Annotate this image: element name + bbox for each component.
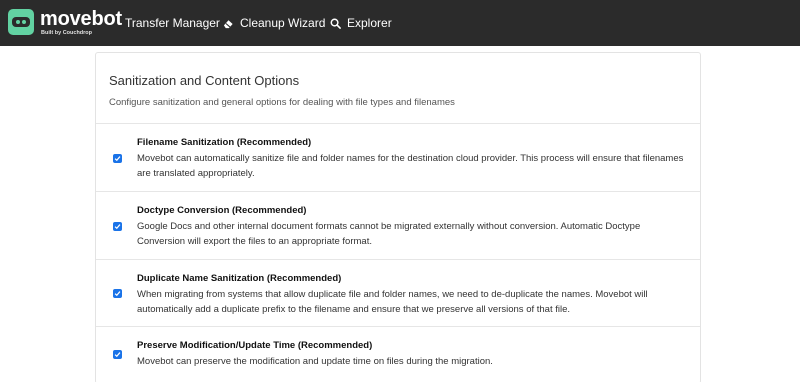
checkmark-icon (114, 156, 121, 162)
nav-label: Transfer Manager (125, 16, 220, 30)
sanitization-options-card: Sanitization and Content Options Configu… (95, 52, 701, 382)
doctype-conversion-checkbox[interactable] (113, 222, 122, 231)
option-description: When migrating from systems that allow d… (137, 289, 648, 315)
preserve-modification-time-checkbox[interactable] (113, 350, 122, 359)
nav-cleanup-wizard[interactable]: Cleanup Wizard (223, 14, 325, 32)
option-duplicate-name-sanitization: Duplicate Name Sanitization (Recommended… (96, 260, 700, 327)
section-subtitle: Configure sanitization and general optio… (109, 97, 455, 108)
option-description: Movebot can automatically sanitize file … (137, 153, 684, 179)
section-title: Sanitization and Content Options (109, 73, 300, 88)
movebot-logo-icon[interactable] (8, 9, 34, 35)
option-doctype-conversion: Doctype Conversion (Recommended) Google … (96, 192, 700, 260)
checkmark-icon (114, 291, 121, 297)
checkmark-icon (114, 352, 121, 358)
search-icon (330, 18, 341, 29)
duplicate-name-sanitization-checkbox[interactable] (113, 289, 122, 298)
checkmark-icon (114, 224, 121, 230)
brand-tagline: Built by Couchdrop (41, 30, 93, 36)
option-description: Google Docs and other internal document … (137, 221, 641, 247)
filename-sanitization-checkbox[interactable] (113, 154, 122, 163)
option-title: Doctype Conversion (Recommended) (137, 205, 307, 216)
option-title: Preserve Modification/Update Time (Recom… (137, 340, 373, 351)
nav-label: Cleanup Wizard (240, 16, 326, 30)
nav-explorer[interactable]: Explorer (330, 14, 392, 32)
nav-transfer-manager[interactable]: Transfer Manager (125, 14, 220, 32)
eraser-icon (223, 19, 233, 28)
top-navigation-bar: movebot Built by Couchdrop Transfer Mana… (0, 0, 800, 46)
option-description: Movebot can preserve the modification an… (137, 356, 493, 367)
brand-name[interactable]: movebot (40, 8, 122, 30)
option-preserve-modification-time: Preserve Modification/Update Time (Recom… (96, 327, 700, 382)
card-header: Sanitization and Content Options Configu… (96, 53, 700, 124)
option-title: Duplicate Name Sanitization (Recommended… (137, 273, 342, 284)
nav-label: Explorer (347, 16, 392, 30)
option-title: Filename Sanitization (Recommended) (137, 137, 312, 148)
option-filename-sanitization: Filename Sanitization (Recommended) Move… (96, 124, 700, 192)
